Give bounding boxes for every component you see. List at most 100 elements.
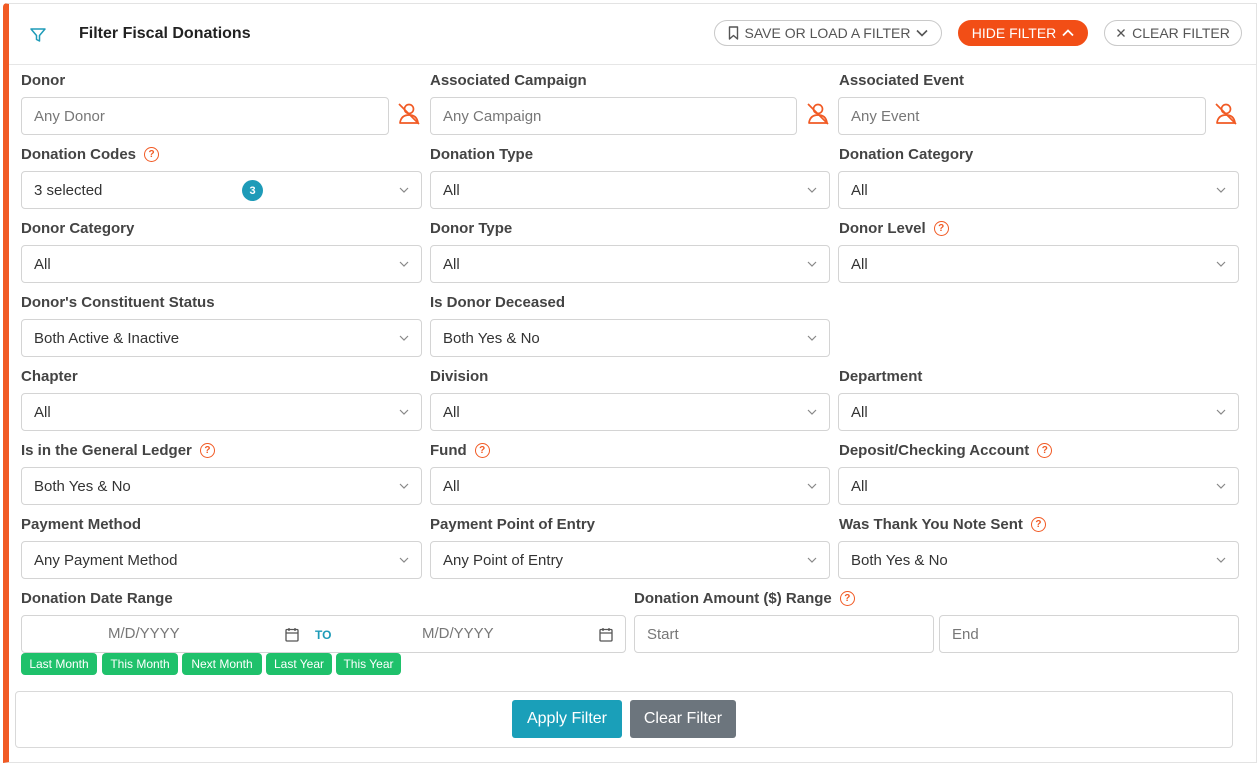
- help-icon[interactable]: ?: [1030, 517, 1046, 532]
- donor-level-label: Donor Level ?: [839, 220, 949, 237]
- chevron-down-icon: [807, 557, 817, 563]
- amount-range-label: Donation Amount ($) Range ?: [634, 590, 855, 607]
- quick-last-year-button[interactable]: Last Year: [266, 653, 332, 675]
- donor-category-value: All: [34, 255, 51, 273]
- remove-person-icon[interactable]: [396, 101, 422, 127]
- chevron-down-icon: [399, 483, 409, 489]
- payment-method-label: Payment Method: [21, 516, 142, 533]
- division-select[interactable]: All: [430, 393, 830, 431]
- donation-codes-value: 3 selected: [34, 181, 103, 199]
- deposit-account-value: All: [851, 477, 868, 495]
- deposit-account-label: Deposit/Checking Account ?: [839, 442, 1053, 459]
- help-icon[interactable]: ?: [933, 221, 949, 236]
- chevron-down-icon: [1216, 261, 1226, 267]
- page-title: Filter Fiscal Donations: [79, 25, 251, 42]
- chevron-down-icon: [399, 409, 409, 415]
- event-input[interactable]: Any Event: [838, 97, 1206, 135]
- clear-filter-header-button[interactable]: CLEAR FILTER: [1104, 20, 1242, 46]
- donation-codes-select[interactable]: 3 selected 3: [21, 171, 422, 209]
- date-range-input: M/D/YYYY TO M/D/YYYY: [21, 615, 626, 653]
- donor-category-select[interactable]: All: [21, 245, 422, 283]
- fund-value: All: [443, 477, 460, 495]
- constituent-status-select[interactable]: Both Active & Inactive: [21, 319, 422, 357]
- close-icon: [1117, 29, 1126, 37]
- chevron-down-icon: [399, 261, 409, 267]
- chevron-down-icon: [807, 261, 817, 267]
- chevron-down-icon: [807, 335, 817, 341]
- general-ledger-label: Is in the General Ledger ?: [21, 442, 215, 459]
- quick-this-year-button[interactable]: This Year: [336, 653, 401, 675]
- campaign-input[interactable]: Any Campaign: [430, 97, 797, 135]
- chevron-down-icon: [1216, 483, 1226, 489]
- amount-end-input[interactable]: End: [939, 615, 1239, 653]
- chevron-down-icon: [399, 557, 409, 563]
- general-ledger-select[interactable]: Both Yes & No: [21, 467, 422, 505]
- division-value: All: [443, 403, 460, 421]
- help-icon[interactable]: ?: [839, 591, 855, 606]
- amount-range-label-text: Donation Amount ($) Range: [634, 590, 832, 607]
- remove-person-icon[interactable]: [1213, 101, 1239, 127]
- chevron-down-icon: [916, 29, 929, 37]
- fund-label: Fund ?: [430, 442, 490, 459]
- help-icon[interactable]: ?: [199, 443, 215, 458]
- hide-filter-label: HIDE FILTER: [971, 25, 1057, 41]
- calendar-icon[interactable]: [285, 627, 299, 642]
- chevron-down-icon: [399, 335, 409, 341]
- donor-deceased-value: Both Yes & No: [443, 329, 540, 347]
- save-load-filter-button[interactable]: SAVE OR LOAD A FILTER: [714, 20, 942, 46]
- start-date-input[interactable]: M/D/YYYY: [108, 625, 180, 642]
- chapter-label: Chapter: [21, 368, 78, 385]
- donor-input[interactable]: Any Donor: [21, 97, 389, 135]
- donation-type-select[interactable]: All: [430, 171, 830, 209]
- filter-header: Filter Fiscal Donations SAVE OR LOAD A F…: [9, 4, 1256, 65]
- donation-codes-label-text: Donation Codes: [21, 146, 136, 163]
- chevron-up-icon: [1062, 29, 1074, 37]
- donor-type-label: Donor Type: [430, 220, 513, 237]
- bookmark-icon: [728, 26, 738, 40]
- donation-category-value: All: [851, 181, 868, 199]
- end-date-input[interactable]: M/D/YYYY: [422, 625, 494, 642]
- chevron-down-icon: [807, 187, 817, 193]
- campaign-label: Associated Campaign: [430, 72, 587, 89]
- donor-level-value: All: [851, 255, 868, 273]
- donation-codes-label: Donation Codes ?: [21, 146, 159, 163]
- general-ledger-label-text: Is in the General Ledger: [21, 442, 192, 459]
- quick-this-month-button[interactable]: This Month: [102, 653, 178, 675]
- help-icon[interactable]: ?: [144, 147, 159, 162]
- thank-you-select[interactable]: Both Yes & No: [838, 541, 1239, 579]
- date-range-to: TO: [315, 628, 332, 642]
- donor-type-select[interactable]: All: [430, 245, 830, 283]
- quick-next-month-button[interactable]: Next Month: [182, 653, 262, 675]
- apply-filter-button[interactable]: Apply Filter: [512, 700, 622, 738]
- point-of-entry-select[interactable]: Any Point of Entry: [430, 541, 830, 579]
- chevron-down-icon: [807, 483, 817, 489]
- date-range-label: Donation Date Range: [21, 590, 173, 607]
- payment-method-value: Any Payment Method: [34, 551, 178, 569]
- hide-filter-button[interactable]: HIDE FILTER: [958, 20, 1088, 46]
- donation-type-value: All: [443, 181, 460, 199]
- thank-you-label-text: Was Thank You Note Sent: [839, 516, 1023, 533]
- fund-select[interactable]: All: [430, 467, 830, 505]
- help-icon[interactable]: ?: [1037, 443, 1053, 458]
- department-select[interactable]: All: [838, 393, 1239, 431]
- donation-category-select[interactable]: All: [838, 171, 1239, 209]
- quick-last-month-button[interactable]: Last Month: [21, 653, 97, 675]
- chapter-select[interactable]: All: [21, 393, 422, 431]
- donor-category-label: Donor Category: [21, 220, 135, 237]
- filter-icon: [30, 28, 46, 42]
- fund-label-text: Fund: [430, 442, 467, 459]
- help-icon[interactable]: ?: [474, 443, 490, 458]
- donor-level-select[interactable]: All: [838, 245, 1239, 283]
- donor-type-value: All: [443, 255, 460, 273]
- donor-deceased-select[interactable]: Both Yes & No: [430, 319, 830, 357]
- point-of-entry-label: Payment Point of Entry: [430, 516, 596, 533]
- remove-person-icon[interactable]: [805, 101, 831, 127]
- deposit-account-select[interactable]: All: [838, 467, 1239, 505]
- amount-start-input[interactable]: Start: [634, 615, 934, 653]
- constituent-status-value: Both Active & Inactive: [34, 329, 180, 347]
- chevron-down-icon: [1216, 187, 1226, 193]
- payment-method-select[interactable]: Any Payment Method: [21, 541, 422, 579]
- calendar-icon[interactable]: [599, 627, 613, 642]
- thank-you-label: Was Thank You Note Sent ?: [839, 516, 1046, 533]
- clear-filter-button[interactable]: Clear Filter: [630, 700, 736, 738]
